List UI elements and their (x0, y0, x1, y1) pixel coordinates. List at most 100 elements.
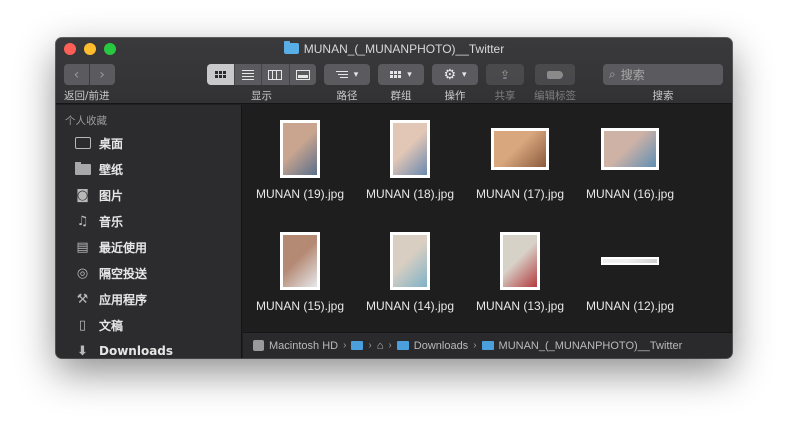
chevron-down-icon: ▾ (407, 69, 412, 80)
finder-window: MUNAN_(_MUNANPHOTO)__Twitter ‹ › 返回/前进 显… (56, 38, 732, 358)
file-name: MUNAN (18).jpg (365, 187, 455, 201)
sidebar-item-airdrop[interactable]: ◎ 隔空投送 (74, 261, 147, 285)
sidebar-item-desktop[interactable]: 桌面 (74, 131, 123, 155)
folder-icon (481, 341, 494, 350)
path-icon (335, 71, 348, 78)
file-thumbnail (390, 120, 430, 178)
file-name: MUNAN (13).jpg (475, 299, 565, 313)
window-title: MUNAN_(_MUNANPHOTO)__Twitter (56, 41, 732, 57)
column-view-button[interactable] (262, 64, 290, 85)
sidebar-item-pictures[interactable]: ◙ 图片 (74, 183, 123, 207)
chevron-right-icon: › (388, 340, 392, 351)
chevron-down-icon: ▾ (353, 69, 359, 80)
photo-0 (283, 123, 317, 175)
search-input[interactable] (620, 67, 711, 82)
photo-7 (603, 259, 657, 263)
path-item-disk[interactable]: Macintosh HD (253, 340, 338, 352)
file-item[interactable]: MUNAN (18).jpg (355, 115, 465, 201)
path-button[interactable]: ▾ (324, 64, 370, 85)
file-item[interactable]: MUNAN (13).jpg (465, 227, 575, 313)
action-button[interactable]: ⚙ ▾ (432, 64, 478, 85)
path-item-label: Macintosh HD (269, 339, 339, 352)
sidebar-item-label: 应用程序 (99, 292, 148, 307)
group-label: 群组 (390, 90, 412, 102)
share-icon: ⇪ (499, 67, 511, 82)
search-field[interactable]: ⌕ (603, 64, 723, 85)
folder-icon (396, 341, 409, 350)
desktop-icon (74, 135, 91, 152)
icon-view-button[interactable] (207, 64, 235, 85)
music-icon: ♫ (76, 213, 89, 229)
sidebar-item-documents[interactable]: ▯ 文稿 (74, 313, 123, 337)
sidebar-item-label: Downloads (99, 344, 174, 358)
forward-button[interactable]: › (90, 64, 115, 85)
back-button[interactable]: ‹ (65, 64, 90, 85)
share-label: 共享 (494, 90, 516, 102)
folder-icon (283, 41, 299, 54)
file-item[interactable]: MUNAN (12).jpg (575, 227, 685, 313)
column-view-icon (268, 69, 283, 80)
group-icon (390, 71, 402, 78)
chevron-left-icon: ‹ (73, 66, 80, 83)
chevron-right-icon: › (343, 340, 347, 351)
photo-4 (283, 235, 317, 287)
sidebar-item-label: 文稿 (99, 318, 124, 333)
path-item-users[interactable] (351, 341, 364, 350)
chevron-down-icon: ▾ (462, 69, 467, 80)
sidebar-item-recents[interactable]: ▤ 最近使用 (74, 235, 147, 259)
sidebar-item-label: 隔空投送 (99, 266, 148, 281)
path-item-home[interactable]: ⌂ (377, 340, 384, 352)
file-item[interactable]: MUNAN (16).jpg (575, 115, 685, 201)
path-label: 路径 (336, 90, 358, 102)
edit-tags-button[interactable] (535, 64, 575, 85)
file-thumbnail (390, 232, 430, 290)
photo-3 (604, 131, 656, 167)
icon-view-icon (214, 71, 226, 78)
photo-1 (393, 123, 427, 175)
sidebar-item-applications[interactable]: ⚒ 应用程序 (74, 287, 147, 311)
folder-icon (351, 341, 364, 350)
path-item-downloads[interactable]: Downloads (396, 339, 469, 352)
file-name: MUNAN (19).jpg (255, 187, 345, 201)
sidebar-section-title: 个人收藏 (65, 115, 107, 127)
chevron-right-icon: › (368, 340, 372, 351)
chevron-right-icon: › (473, 340, 477, 351)
path-item-label: Downloads (413, 339, 469, 352)
view-label: 显示 (251, 90, 272, 102)
back-forward-label: 返回/前进 (64, 90, 110, 102)
group-button[interactable]: ▾ (378, 64, 424, 85)
list-view-button[interactable] (235, 64, 262, 85)
back-forward-control: ‹ › (64, 64, 115, 85)
file-thumbnail (491, 128, 549, 170)
applications-icon: ⚒ (76, 291, 89, 307)
file-item[interactable]: MUNAN (17).jpg (465, 115, 575, 201)
photo-6 (503, 235, 537, 287)
titlebar: MUNAN_(_MUNANPHOTO)__Twitter ‹ › 返回/前进 显… (56, 38, 732, 104)
file-item[interactable]: MUNAN (19).jpg (245, 115, 355, 201)
sidebar-item-label: 壁纸 (99, 162, 124, 177)
sidebar-item-downloads[interactable]: ⬇ Downloads (74, 339, 174, 359)
file-grid: MUNAN (19).jpg MUNAN (18).jpg MUNAN (17)… (243, 105, 732, 332)
file-thumbnail (280, 120, 320, 178)
airdrop-icon: ◎ (76, 265, 89, 281)
path-item-current[interactable]: MUNAN_(_MUNANPHOTO)__Twitter (481, 339, 683, 352)
sidebar-item-music[interactable]: ♫ 音乐 (74, 209, 123, 233)
search-label: 搜索 (652, 90, 674, 102)
photo-2 (494, 131, 546, 167)
file-thumbnail (601, 128, 659, 170)
share-button[interactable]: ⇪ (486, 64, 524, 85)
home-icon: ⌂ (376, 339, 384, 352)
gallery-view-icon (295, 69, 310, 80)
sidebar-item-wallpaper[interactable]: 壁纸 (74, 157, 123, 181)
sidebar: 个人收藏 桌面 壁纸 ◙ 图片 ♫ 音乐 ▤ 最近使用 ◎ 隔空投送 ⚒ 应用程… (56, 105, 242, 358)
file-item[interactable]: MUNAN (15).jpg (245, 227, 355, 313)
action-label: 操作 (444, 90, 466, 102)
file-name: MUNAN (14).jpg (365, 299, 455, 313)
gallery-view-button[interactable] (290, 64, 317, 85)
sidebar-item-label: 桌面 (99, 136, 124, 151)
file-name: MUNAN (15).jpg (255, 299, 345, 313)
file-item[interactable]: MUNAN (14).jpg (355, 227, 465, 313)
path-item-label: MUNAN_(_MUNANPHOTO)__Twitter (498, 339, 683, 352)
recents-icon: ▤ (76, 239, 89, 255)
hard-disk-icon (253, 340, 264, 351)
